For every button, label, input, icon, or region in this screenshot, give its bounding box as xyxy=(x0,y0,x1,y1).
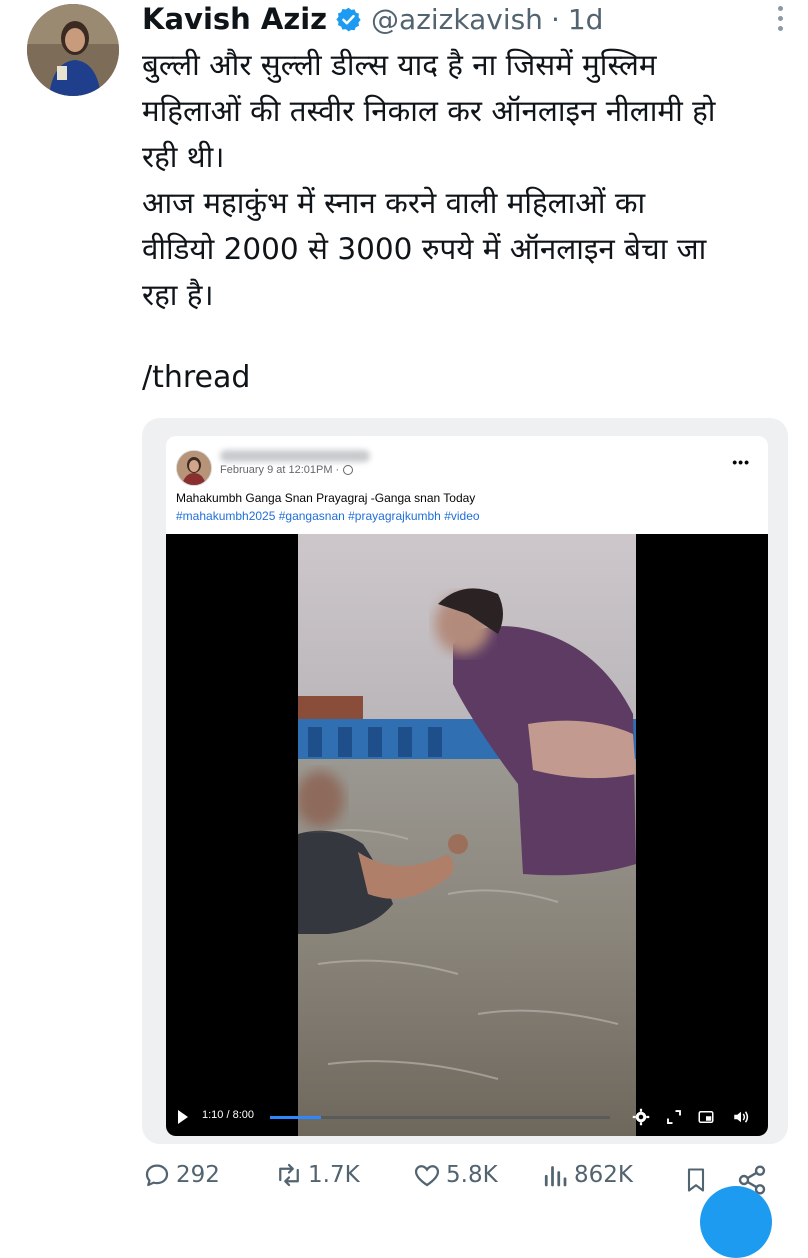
post-avatar xyxy=(176,450,212,486)
video-progress-fill xyxy=(270,1116,321,1119)
reply-count: 292 xyxy=(176,1162,220,1188)
separator: · xyxy=(550,2,560,36)
reply-icon xyxy=(145,1164,169,1187)
post-hashtags: #mahakumbh2025 #gangasnan #prayagrajkumb… xyxy=(176,509,480,523)
repost-count: 1.7K xyxy=(308,1162,360,1188)
post-caption: Mahakumbh Ganga Snan Prayagraj -Ganga sn… xyxy=(176,491,476,505)
video-frame xyxy=(298,534,636,1136)
play-icon[interactable] xyxy=(178,1110,188,1124)
avatar-image xyxy=(27,4,119,96)
tweet-media[interactable]: February 9 at 12:01PM · ••• Mahakumbh Ga… xyxy=(142,418,788,1144)
thread-label: /thread xyxy=(142,360,251,395)
author-name[interactable]: Kavish Aziz xyxy=(142,2,327,36)
more-icon[interactable] xyxy=(776,6,784,31)
video-progress-bar[interactable] xyxy=(270,1116,610,1119)
views-button[interactable]: 862K xyxy=(540,1160,633,1190)
bookmark-icon[interactable] xyxy=(682,1164,710,1196)
repost-button[interactable]: 1.7K xyxy=(274,1160,360,1190)
views-icon xyxy=(544,1166,567,1187)
post-more-icon: ••• xyxy=(732,454,750,470)
repost-icon xyxy=(279,1163,299,1187)
globe-icon xyxy=(343,465,354,475)
volume-icon[interactable] xyxy=(732,1108,750,1126)
compose-fab[interactable] xyxy=(700,1186,772,1258)
embedded-post-screenshot: February 9 at 12:01PM · ••• Mahakumbh Ga… xyxy=(166,436,768,1136)
settings-icon[interactable] xyxy=(632,1108,650,1126)
reply-button[interactable]: 292 xyxy=(142,1160,220,1190)
video-controls: 1:10 / 8:00 xyxy=(166,1097,768,1136)
tweet-time[interactable]: 1d xyxy=(568,3,604,36)
author-handle[interactable]: @azizkavish xyxy=(371,3,543,36)
like-icon xyxy=(414,1165,440,1187)
post-meta: February 9 at 12:01PM · xyxy=(220,464,354,476)
verified-badge-icon xyxy=(336,7,361,31)
blurred-author-name xyxy=(220,450,370,462)
like-count: 5.8K xyxy=(446,1162,498,1188)
tweet-header: Kavish Aziz @azizkavish · 1d xyxy=(142,0,603,38)
post-timestamp: February 9 at 12:01PM · xyxy=(220,464,340,476)
like-button[interactable]: 5.8K xyxy=(412,1160,498,1190)
tweet-text: बुल्ली और सुल्ली डील्स याद है ना जिसमें … xyxy=(142,48,716,312)
pip-icon[interactable] xyxy=(697,1108,715,1126)
tweet-actions: 292 1.7K 5.8K 862K xyxy=(142,1160,808,1200)
fullscreen-icon[interactable] xyxy=(665,1108,683,1126)
video-time: 1:10 / 8:00 xyxy=(202,1109,254,1121)
author-avatar[interactable] xyxy=(27,4,119,96)
views-count: 862K xyxy=(574,1162,633,1188)
video-player: 1:10 / 8:00 xyxy=(166,534,768,1136)
